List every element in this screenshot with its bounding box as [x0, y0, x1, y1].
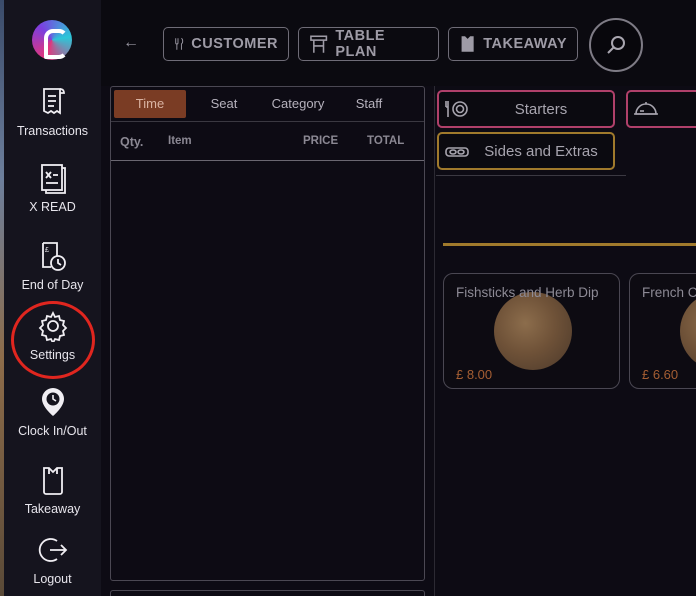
plate-cutlery-icon [445, 101, 468, 117]
svg-text:£: £ [45, 247, 49, 254]
category-divider [436, 175, 626, 176]
product-card[interactable]: Fishsticks and Herb Dip £ 8.00 [443, 273, 620, 389]
table-icon [310, 35, 328, 53]
category-label: Starters [514, 100, 568, 118]
x-report-icon [40, 164, 66, 194]
receipt-icon [42, 88, 65, 115]
tab-seat[interactable]: Seat [186, 90, 262, 118]
sidebar-item-label: End of Day [21, 278, 84, 292]
panel-divider [434, 86, 435, 596]
takeaway-label: TAKEAWAY [483, 36, 567, 52]
sidebar-item-end-of-day[interactable]: £ End of Day [4, 240, 101, 292]
product-name: Fishsticks and Herb Dip [456, 285, 599, 300]
clock-pin-icon [41, 388, 64, 416]
sidebar-item-label: Transactions [16, 124, 89, 138]
category-starters[interactable]: Starters [437, 90, 615, 128]
product-photo [494, 292, 572, 370]
sidebar-item-clock-in-out[interactable]: Clock In/Out [4, 386, 101, 438]
table-plan-button[interactable]: TABLE PLAN [298, 27, 439, 61]
customer-button[interactable]: CUSTOMER [163, 27, 289, 61]
sidebar-item-label: Logout [33, 572, 72, 586]
sidebar-item-label: Takeaway [24, 502, 81, 516]
cutlery-icon [175, 37, 184, 50]
sidebar-item-label: X READ [29, 200, 76, 214]
category-label: Sides and Extras [484, 142, 598, 160]
product-name: French C [642, 285, 696, 300]
side-dish-icon [445, 147, 469, 157]
tab-category[interactable]: Category [262, 90, 334, 118]
back-arrow-icon[interactable]: ← [123, 34, 139, 52]
section-divider [443, 243, 696, 246]
cloche-icon [634, 102, 658, 115]
category-mains-partial[interactable] [626, 90, 696, 128]
takeaway-bag-icon [42, 467, 63, 495]
sidebar-item-label: Clock In/Out [18, 424, 87, 438]
column-price: PRICE [303, 135, 339, 147]
customer-label: CUSTOMER [191, 36, 278, 52]
sidebar-item-takeaway[interactable]: Takeaway [4, 464, 101, 516]
pos-screen: Transactions X READ £ End of Day Setting… [0, 0, 696, 596]
product-price: £ 8.00 [456, 367, 493, 382]
product-card[interactable]: French C £ 6.60 [629, 273, 696, 389]
column-qty: Qty. [120, 135, 144, 149]
column-total: TOTAL [367, 135, 405, 147]
product-price: £ 6.60 [642, 367, 679, 382]
order-summary-panel [110, 590, 425, 596]
order-column-header: Qty. Item PRICE TOTAL [111, 121, 424, 161]
search-button[interactable] [589, 18, 643, 72]
top-bar: ← CUSTOMER TABLE PLAN TAKEAWAY [101, 0, 696, 86]
tab-time[interactable]: Time [114, 90, 186, 118]
search-icon [607, 36, 625, 54]
logout-icon [38, 538, 67, 562]
column-item: Item [168, 135, 192, 147]
takeaway-button[interactable]: TAKEAWAY [448, 27, 578, 61]
sort-tabs: Time Seat Category Staff [114, 90, 404, 118]
end-of-day-icon: £ [41, 242, 66, 271]
sidebar-item-transactions[interactable]: Transactions [4, 86, 101, 138]
app-logo [32, 20, 72, 60]
tab-staff[interactable]: Staff [334, 90, 404, 118]
takeaway-bag-icon [461, 36, 474, 52]
order-panel: Time Seat Category Staff Qty. Item PRICE… [110, 86, 425, 581]
sidebar-item-x-read[interactable]: X READ [4, 162, 101, 214]
sidebar: Transactions X READ £ End of Day Setting… [4, 0, 101, 596]
settings-highlight-ring [11, 301, 95, 379]
category-sides-and-extras[interactable]: Sides and Extras [437, 132, 615, 170]
product-photo [680, 292, 696, 370]
sidebar-item-logout[interactable]: Logout [4, 534, 101, 586]
table-plan-label: TABLE PLAN [335, 28, 386, 60]
